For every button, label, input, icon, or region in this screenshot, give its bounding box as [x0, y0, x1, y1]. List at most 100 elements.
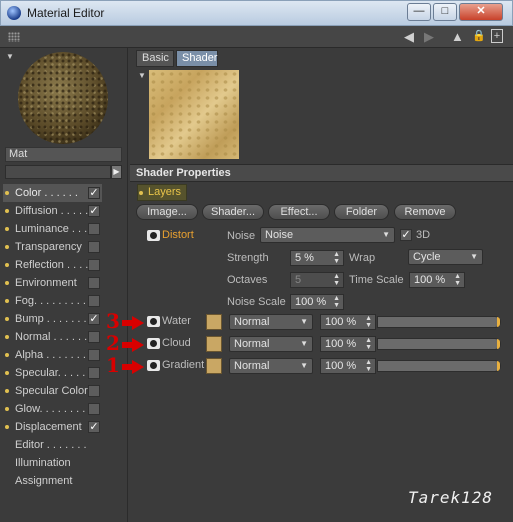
tab-basic[interactable]: Basic [136, 50, 174, 67]
channel-row[interactable]: Diffusion . . . . . ✓ [3, 202, 103, 220]
channel-bullet [5, 299, 9, 303]
close-button[interactable]: ✕ [459, 3, 503, 21]
layer-thumbnail[interactable] [206, 358, 222, 374]
folder-button[interactable]: Folder [334, 204, 389, 220]
channel-row[interactable]: Assignment [3, 472, 103, 490]
opacity-input[interactable]: 100 % ▲ ▼ [320, 314, 376, 330]
layer-thumbnail[interactable] [206, 314, 222, 330]
channel-row[interactable]: Illumination [3, 454, 103, 472]
channel-row[interactable]: Color . . . . . . ✓ [3, 184, 102, 202]
blend-mode-dropdown[interactable]: Normal ▼ [229, 358, 313, 374]
distort-layer-name[interactable]: Distort [162, 229, 194, 241]
channel-checkbox[interactable] [88, 223, 100, 235]
minimize-button[interactable]: — [407, 3, 431, 21]
octaves-input[interactable]: 5 ▲ ▼ [290, 272, 344, 288]
noise-scale-label: Noise Scale [227, 296, 286, 308]
channel-checkbox[interactable]: ✓ [88, 205, 100, 217]
shader-button[interactable]: Shader... [202, 204, 264, 220]
channel-checkbox[interactable]: ✓ [88, 313, 100, 325]
grip-icon[interactable] [8, 32, 20, 42]
noise-dropdown[interactable]: Noise ▼ [260, 227, 395, 243]
spinner-icon[interactable]: ▲ ▼ [333, 295, 340, 309]
three-d-label: 3D [416, 229, 431, 241]
blend-mode-dropdown[interactable]: Normal ▼ [229, 314, 313, 330]
forward-arrow-icon[interactable]: ▶ [424, 29, 434, 45]
spinner-icon[interactable]: ▲ ▼ [365, 315, 372, 329]
spinner-icon[interactable]: ▲ ▼ [333, 251, 340, 265]
channel-checkbox[interactable] [88, 277, 100, 289]
channel-row[interactable]: Bump . . . . . . . ✓ [3, 310, 103, 328]
lock-icon[interactable]: 🔒 [472, 29, 486, 42]
strength-input[interactable]: 5 % ▲ ▼ [290, 250, 344, 266]
layer-row[interactable]: 1 Gradient Normal ▼ 100 % ▲ ▼ [106, 353, 513, 377]
wrap-dropdown[interactable]: Cycle ▼ [408, 249, 483, 265]
eye-icon[interactable] [147, 360, 160, 371]
channel-checkbox[interactable] [88, 403, 100, 415]
eye-icon[interactable] [147, 338, 160, 349]
channel-row[interactable]: Editor . . . . . . . [3, 436, 103, 454]
eye-icon[interactable] [147, 230, 160, 241]
opacity-slider[interactable] [377, 360, 501, 372]
scroll-right-icon[interactable]: ▶ [111, 165, 122, 179]
blend-mode-dropdown[interactable]: Normal ▼ [229, 336, 313, 352]
channel-row[interactable]: Glow. . . . . . . . [3, 400, 103, 418]
pick-icon[interactable]: ▲ [451, 29, 464, 44]
channel-checkbox[interactable] [88, 367, 100, 379]
chevron-down-icon: ▼ [382, 230, 390, 239]
opacity-input[interactable]: 100 % ▲ ▼ [320, 358, 376, 374]
channel-row[interactable]: Alpha . . . . . . . [3, 346, 103, 364]
spinner-icon[interactable]: ▲ ▼ [454, 273, 461, 287]
back-arrow-icon[interactable]: ◀ [404, 29, 414, 45]
channel-checkbox[interactable]: ✓ [88, 421, 100, 433]
layers-section-label[interactable]: Layers [137, 184, 187, 201]
channel-row[interactable]: Reflection . . . . [3, 256, 103, 274]
material-name-field[interactable]: Mat [5, 147, 122, 162]
channel-row[interactable]: Displacement ✓ [3, 418, 103, 436]
layer-name[interactable]: Cloud [162, 337, 191, 349]
image-button[interactable]: Image... [136, 204, 198, 220]
layer-name[interactable]: Water [162, 315, 191, 327]
channel-row[interactable]: Luminance . . . . [3, 220, 103, 238]
channel-row[interactable]: Normal . . . . . . [3, 328, 103, 346]
eye-icon[interactable] [147, 316, 160, 327]
effect-button[interactable]: Effect... [268, 204, 330, 220]
channel-checkbox[interactable] [88, 295, 100, 307]
shader-preview [149, 70, 239, 159]
material-scroll-bar[interactable] [5, 165, 111, 179]
channel-row[interactable]: Specular. . . . . . [3, 364, 103, 382]
three-d-checkbox[interactable]: ✓ [400, 229, 412, 241]
channel-checkbox[interactable]: ✓ [88, 187, 100, 199]
channel-checkbox[interactable] [88, 349, 100, 361]
opacity-slider[interactable] [377, 316, 501, 328]
time-scale-input[interactable]: 100 % ▲ ▼ [409, 272, 465, 288]
channel-row[interactable]: Environment [3, 274, 103, 292]
app-icon [7, 6, 21, 20]
layer-name[interactable]: Gradient [162, 359, 204, 371]
new-window-icon[interactable]: + [491, 29, 503, 43]
layer-thumbnail[interactable] [206, 336, 222, 352]
layer-row[interactable]: 2 Cloud Normal ▼ 100 % ▲ ▼ [106, 331, 513, 355]
opacity-input[interactable]: 100 % ▲ ▼ [320, 336, 376, 352]
channel-row[interactable]: Specular Color [3, 382, 103, 400]
opacity-slider[interactable] [377, 338, 501, 350]
channel-checkbox[interactable] [88, 331, 100, 343]
preview-menu-icon[interactable]: ▼ [6, 52, 14, 61]
spinner-icon[interactable]: ▲ ▼ [333, 273, 340, 287]
remove-button[interactable]: Remove [394, 204, 456, 220]
maximize-button[interactable]: □ [433, 3, 457, 21]
channel-checkbox[interactable] [88, 241, 100, 253]
tab-shader[interactable]: Shader [176, 50, 218, 67]
layer-row[interactable]: 3 Water Normal ▼ 100 % ▲ ▼ [106, 309, 513, 333]
channel-checkbox[interactable] [88, 385, 100, 397]
channel-bullet [5, 407, 9, 411]
spinner-icon[interactable]: ▲ ▼ [365, 359, 372, 373]
channel-checkbox[interactable] [88, 259, 100, 271]
shader-preview-menu-icon[interactable]: ▼ [138, 71, 146, 80]
noise-scale-input[interactable]: 100 % ▲ ▼ [290, 294, 344, 310]
channel-label: Alpha . . . . . . . [15, 349, 86, 361]
material-preview[interactable] [18, 52, 108, 144]
spinner-icon[interactable]: ▲ ▼ [365, 337, 372, 351]
channel-row[interactable]: Fog. . . . . . . . . [3, 292, 103, 310]
channel-row[interactable]: Transparency [3, 238, 103, 256]
watermark: Tarek128 [408, 488, 494, 507]
